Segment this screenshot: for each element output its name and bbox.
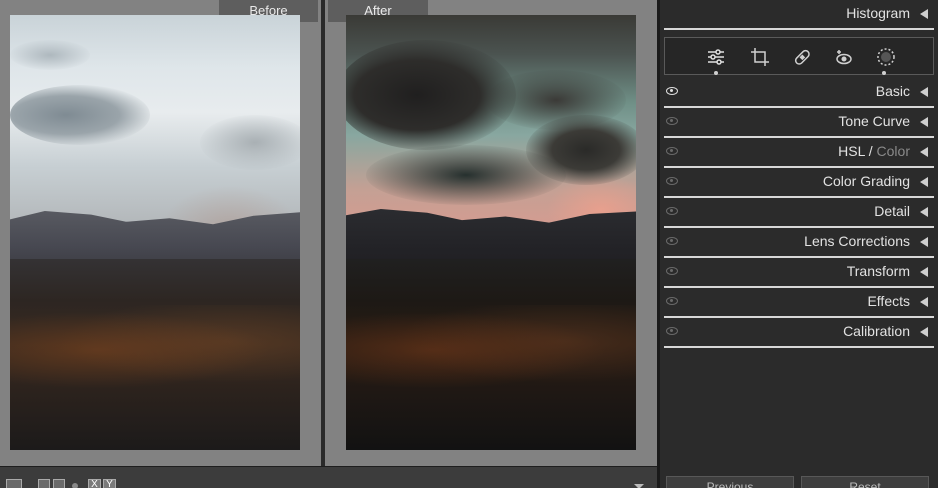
before-after-left-right-button[interactable] <box>38 479 50 488</box>
eye-icon[interactable] <box>666 237 678 245</box>
collapse-triangle-icon[interactable] <box>920 327 928 337</box>
histogram-title: Histogram <box>846 5 910 21</box>
section-basic-title: Basic <box>875 83 910 99</box>
collapse-triangle-icon[interactable] <box>920 267 928 277</box>
section-detail-title: Detail <box>874 203 910 219</box>
crop-icon[interactable] <box>749 46 771 68</box>
red-eye-icon[interactable] <box>833 46 855 68</box>
hsl-label: HSL <box>838 143 865 159</box>
section-lens-corrections[interactable]: Lens Corrections <box>664 228 934 258</box>
toolbar-dot-icon <box>72 483 78 488</box>
masking-icon[interactable] <box>875 46 897 68</box>
mask-indicator <box>882 71 886 75</box>
eye-icon[interactable] <box>666 87 678 95</box>
section-effects[interactable]: Effects <box>664 288 934 318</box>
section-basic[interactable]: Basic <box>664 78 934 108</box>
histogram-header[interactable]: Histogram <box>664 0 934 30</box>
eye-icon[interactable] <box>666 297 678 305</box>
swap-x-button[interactable]: X <box>88 479 101 488</box>
section-detail[interactable]: Detail <box>664 198 934 228</box>
reset-button[interactable]: Reset <box>801 476 929 488</box>
eye-icon[interactable] <box>666 207 678 215</box>
compare-view: Before After <box>0 0 657 466</box>
section-hsl[interactable]: HSL / Color <box>664 138 934 168</box>
swap-y-button[interactable]: Y <box>103 479 116 488</box>
collapse-triangle-icon[interactable] <box>920 207 928 217</box>
develop-panel: Histogram Basic Tone Curve HSL / Color C… <box>660 0 938 488</box>
section-calibration[interactable]: Calibration <box>664 318 934 348</box>
view-toolbar: X Y <box>0 466 657 488</box>
compare-divider[interactable] <box>321 0 325 466</box>
collapse-triangle-icon[interactable] <box>920 297 928 307</box>
collapse-triangle-icon[interactable] <box>920 9 928 19</box>
section-tone-curve-title: Tone Curve <box>838 113 910 129</box>
section-color-grading-title: Color Grading <box>822 173 910 189</box>
eye-icon[interactable] <box>666 147 678 155</box>
active-tool-indicator <box>714 71 718 75</box>
color-label: Color <box>876 143 910 159</box>
section-lens-corrections-title: Lens Corrections <box>804 233 910 249</box>
toolbar-menu-chevron-icon[interactable] <box>634 484 644 488</box>
eye-icon[interactable] <box>666 327 678 335</box>
previous-button[interactable]: Previous <box>666 476 794 488</box>
healing-bandaid-icon[interactable] <box>791 46 813 68</box>
section-transform-title: Transform <box>846 263 910 279</box>
eye-icon[interactable] <box>666 117 678 125</box>
eye-icon[interactable] <box>666 267 678 275</box>
tool-strip <box>664 37 934 75</box>
section-color-grading[interactable]: Color Grading <box>664 168 934 198</box>
section-calibration-title: Calibration <box>843 323 910 339</box>
edit-sliders-icon[interactable] <box>705 46 727 68</box>
collapse-triangle-icon[interactable] <box>920 177 928 187</box>
before-after-top-bottom-button[interactable] <box>53 479 65 488</box>
collapse-triangle-icon[interactable] <box>920 237 928 247</box>
section-hsl-title: HSL / Color <box>838 143 910 159</box>
section-tone-curve[interactable]: Tone Curve <box>664 108 934 138</box>
section-transform[interactable]: Transform <box>664 258 934 288</box>
eye-icon[interactable] <box>666 177 678 185</box>
collapse-triangle-icon[interactable] <box>920 147 928 157</box>
collapse-triangle-icon[interactable] <box>920 87 928 97</box>
before-photo[interactable] <box>10 15 300 450</box>
collapse-triangle-icon[interactable] <box>920 117 928 127</box>
section-effects-title: Effects <box>867 293 910 309</box>
after-photo[interactable] <box>346 15 636 450</box>
loupe-view-button[interactable] <box>6 479 22 488</box>
